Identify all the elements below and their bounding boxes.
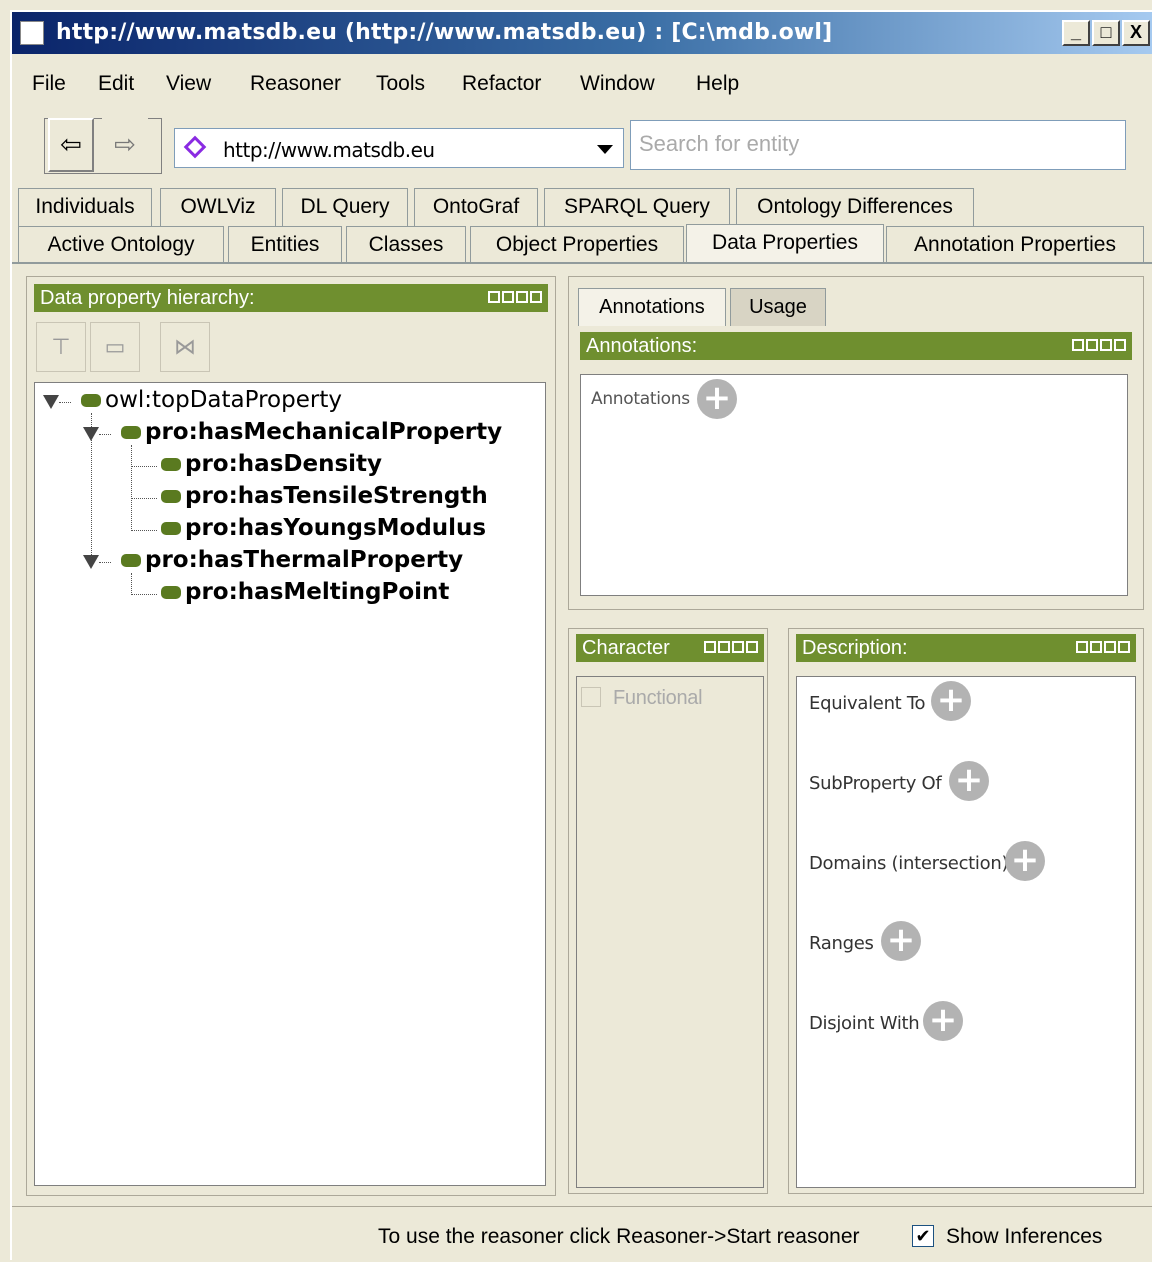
tree-item-melting[interactable]: pro:hasMeltingPoint (161, 579, 449, 605)
add-equivalent-plus-icon[interactable]: + (931, 681, 971, 721)
close-button[interactable]: X (1122, 20, 1150, 46)
tree-item-label: pro:hasThermalProperty (145, 547, 464, 573)
menu-help[interactable]: Help (696, 72, 739, 96)
menu-file[interactable]: File (32, 72, 66, 96)
data-property-icon (161, 586, 181, 599)
characteristics-title: Character (582, 637, 670, 659)
annotations-label: Annotations (591, 389, 690, 409)
menu-refactor[interactable]: Refactor (462, 72, 541, 96)
annotations-header: Annotations: (580, 332, 1132, 360)
characteristics-area: Functional (576, 676, 764, 1188)
menu-window[interactable]: Window (580, 72, 655, 96)
show-inferences-label: Show Inferences (946, 1225, 1103, 1248)
annotations-area: Annotations + (580, 374, 1128, 596)
data-property-icon (161, 490, 181, 503)
view-controls-icon[interactable] (486, 288, 542, 304)
data-property-icon (161, 522, 181, 535)
back-arrow-icon[interactable]: ⇦ (48, 118, 94, 172)
menu-tools[interactable]: Tools (376, 72, 425, 96)
tab-ontograf[interactable]: OntoGraf (414, 188, 538, 226)
data-property-icon (121, 554, 141, 567)
tab-usage[interactable]: Usage (730, 288, 826, 326)
menu-edit[interactable]: Edit (98, 72, 134, 96)
reasoner-status: To use the reasoner click Reasoner->Star… (378, 1225, 860, 1248)
add-annotation-plus-icon[interactable]: + (697, 379, 737, 419)
tab-individuals[interactable]: Individuals (18, 188, 152, 226)
add-subproperty-plus-icon[interactable]: + (949, 761, 989, 801)
tab-classes[interactable]: Classes (346, 226, 466, 264)
data-property-icon (121, 426, 141, 439)
data-property-icon (161, 458, 181, 471)
tree-item-label: pro:hasMeltingPoint (185, 579, 450, 605)
view-controls-icon[interactable] (1070, 336, 1126, 352)
tree-item-label: pro:hasDensity (185, 451, 383, 477)
app-icon (20, 21, 44, 45)
tree-item-label: owl:topDataProperty (105, 387, 342, 413)
maximize-button[interactable]: □ (1092, 20, 1120, 46)
tree-item-youngs[interactable]: pro:hasYoungsModulus (161, 515, 486, 541)
subproperty-of-label: SubProperty Of (809, 773, 942, 794)
tree-item-label: pro:hasTensileStrength (185, 483, 488, 509)
ranges-label: Ranges (809, 933, 874, 954)
protege-window: http://www.matsdb.eu (http://www.matsdb.… (10, 10, 1152, 1260)
tab-annotations[interactable]: Annotations (578, 288, 726, 326)
tab-owlviz[interactable]: OWLViz (160, 188, 276, 226)
tree-item-thermal[interactable]: pro:hasThermalProperty (121, 547, 463, 573)
functional-label: Functional (613, 687, 703, 709)
expand-triangle-icon[interactable] (83, 427, 99, 441)
tab-active-ontology[interactable]: Active Ontology (18, 226, 224, 264)
add-range-plus-icon[interactable]: + (881, 921, 921, 961)
expand-triangle-icon[interactable] (83, 555, 99, 569)
tree-item-top[interactable]: owl:topDataProperty (81, 387, 342, 413)
dropdown-arrow-icon[interactable] (597, 145, 613, 154)
annotations-title: Annotations: (586, 335, 698, 357)
description-header: Description: (796, 634, 1136, 662)
hierarchy-tree: owl:topDataProperty pro:hasMechanicalPro… (34, 382, 546, 1186)
forward-arrow-icon[interactable]: ⇨ (102, 118, 148, 172)
tab-ontology-differences[interactable]: Ontology Differences (736, 188, 974, 226)
description-area: Equivalent To + SubProperty Of + Domains… (796, 676, 1136, 1188)
tree-item-density[interactable]: pro:hasDensity (161, 451, 382, 477)
tree-item-label: pro:hasYoungsModulus (185, 515, 487, 541)
tree-item-label: pro:hasMechanicalProperty (145, 419, 503, 445)
tab-data-properties[interactable]: Data Properties (686, 224, 884, 264)
functional-checkbox[interactable] (581, 687, 601, 707)
menu-reasoner[interactable]: Reasoner (250, 72, 341, 96)
view-controls-icon[interactable] (700, 638, 758, 654)
ontology-diamond-icon (183, 135, 207, 159)
tree-item-mechanical[interactable]: pro:hasMechanicalProperty (121, 419, 502, 445)
search-input[interactable]: Search for entity (630, 120, 1126, 170)
characteristics-header: Character (576, 634, 764, 662)
add-disjoint-plus-icon[interactable]: + (923, 1001, 963, 1041)
equivalent-to-label: Equivalent To (809, 693, 926, 714)
ontology-selector[interactable]: http://www.matsdb.eu (174, 128, 624, 168)
tab-dl-query[interactable]: DL Query (282, 188, 408, 226)
view-controls-icon[interactable] (1074, 638, 1130, 654)
tab-object-properties[interactable]: Object Properties (470, 226, 684, 264)
tree-item-tensile[interactable]: pro:hasTensileStrength (161, 483, 488, 509)
disjoint-with-label: Disjoint With (809, 1013, 920, 1034)
add-subproperty-icon[interactable]: ⊤ (36, 322, 86, 372)
description-title: Description: (802, 637, 908, 659)
window-title: http://www.matsdb.eu (http://www.matsdb.… (56, 20, 833, 45)
data-property-icon (81, 394, 101, 407)
domains-label: Domains (intersection) (809, 853, 1009, 874)
tab-sparql-query[interactable]: SPARQL Query (544, 188, 730, 226)
hierarchy-header: Data property hierarchy: (34, 284, 548, 312)
menu-view[interactable]: View (166, 72, 211, 96)
minimize-button[interactable]: _ (1062, 20, 1090, 46)
tab-divider (12, 262, 1152, 264)
menu-bar: File Edit View Reasoner Tools Refactor W… (12, 64, 1152, 104)
add-sibling-icon[interactable]: ▭ (90, 322, 140, 372)
status-bar: To use the reasoner click Reasoner->Star… (12, 1206, 1152, 1262)
hierarchy-title: Data property hierarchy: (40, 287, 255, 309)
tab-entities[interactable]: Entities (228, 226, 342, 264)
add-domain-plus-icon[interactable]: + (1005, 841, 1045, 881)
ontology-url: http://www.matsdb.eu (223, 138, 435, 162)
show-inferences-checkbox[interactable]: ✔ (912, 1225, 934, 1247)
delete-property-icon[interactable]: ⋈ (160, 322, 210, 372)
tab-annotation-properties[interactable]: Annotation Properties (886, 226, 1144, 264)
title-bar: http://www.matsdb.eu (http://www.matsdb.… (12, 12, 1152, 54)
expand-triangle-icon[interactable] (43, 395, 59, 409)
